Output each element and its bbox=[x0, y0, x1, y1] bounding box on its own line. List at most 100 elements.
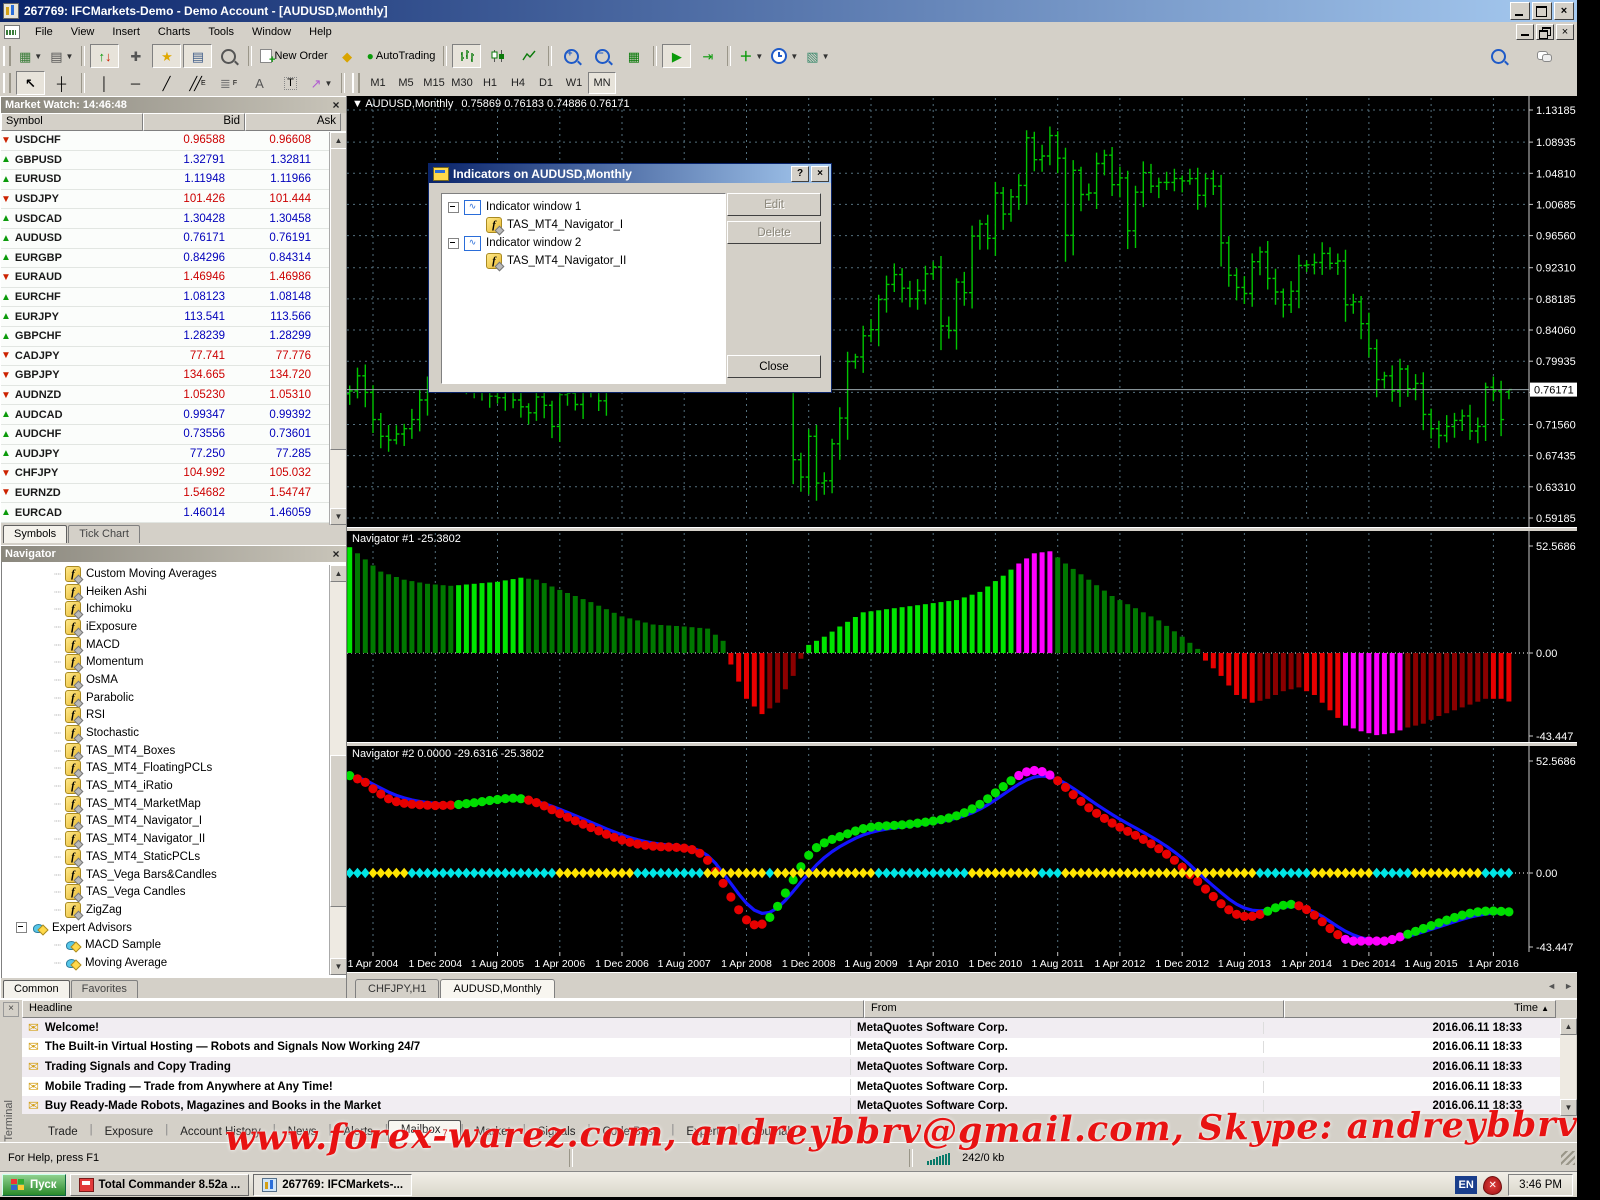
timeframe-m5[interactable]: M5 bbox=[392, 72, 420, 94]
close-dialog-button[interactable]: Close bbox=[727, 355, 821, 378]
terminal-row[interactable]: ✉Mobile Trading — Trade from Anywhere at… bbox=[22, 1077, 1560, 1097]
timeframe-d1[interactable]: D1 bbox=[532, 72, 560, 94]
profiles-button[interactable]: ▤▼ bbox=[47, 44, 76, 68]
navigator-item-iexposure[interactable]: ┈fiExposure bbox=[2, 618, 346, 636]
market-watch-close-icon[interactable]: × bbox=[329, 98, 343, 112]
language-indicator[interactable]: EN bbox=[1455, 1176, 1477, 1194]
child-close-button[interactable]: × bbox=[1556, 24, 1574, 40]
market-watch-row[interactable]: ▼CADJPY77.74177.776 bbox=[1, 347, 347, 367]
new-order-button[interactable]: +New Order bbox=[257, 44, 330, 68]
timeframe-mn[interactable]: MN bbox=[588, 72, 616, 94]
navigator-item-tas-mt4-boxes[interactable]: ┈fTAS_MT4_Boxes bbox=[2, 742, 346, 760]
navigator-toggle[interactable]: ★ bbox=[152, 44, 181, 68]
indicator2-svg[interactable]: 52.56860.00-43.447 bbox=[347, 746, 1577, 952]
chat-button[interactable] bbox=[1529, 44, 1558, 68]
horizontal-line-button[interactable]: ─ bbox=[121, 71, 150, 95]
menu-window[interactable]: Window bbox=[243, 23, 300, 41]
terminal-scrollbar[interactable]: ▲ ▼ bbox=[1560, 1018, 1576, 1116]
scroll-down-icon[interactable]: ▼ bbox=[330, 958, 347, 975]
column-from[interactable]: From bbox=[864, 1000, 1284, 1018]
navigator-item-momentum[interactable]: ┈fMomentum bbox=[2, 653, 346, 671]
security-shield-icon[interactable]: ✕ bbox=[1483, 1176, 1502, 1195]
market-watch-row[interactable]: ▲AUDUSD0.761710.76191 bbox=[1, 229, 347, 249]
timeframe-h4[interactable]: H4 bbox=[504, 72, 532, 94]
column-symbol[interactable]: Symbol bbox=[1, 113, 143, 131]
navigator-item-heiken-ashi[interactable]: ┈fHeiken Ashi bbox=[2, 583, 346, 601]
chart-tab-chfjpy-h1[interactable]: CHFJPY,H1 bbox=[355, 979, 439, 999]
new-chart-button[interactable]: ▦▼ bbox=[16, 44, 45, 68]
start-button[interactable]: Пуск bbox=[2, 1174, 66, 1196]
column-ask[interactable]: Ask bbox=[245, 113, 341, 131]
market-watch-row[interactable]: ▼EURAUD1.469461.46986 bbox=[1, 268, 347, 288]
menu-help[interactable]: Help bbox=[300, 23, 341, 41]
market-watch-row[interactable]: ▲EURJPY113.541113.566 bbox=[1, 307, 347, 327]
resize-grip[interactable] bbox=[1561, 1151, 1575, 1165]
menu-insert[interactable]: Insert bbox=[103, 23, 149, 41]
navigator-item-moving-average[interactable]: ┈Moving Average bbox=[2, 954, 346, 972]
column-headline[interactable]: Headline bbox=[22, 1000, 864, 1018]
tab-common[interactable]: Common bbox=[3, 980, 70, 998]
templates-button[interactable]: ▧▼ bbox=[803, 44, 832, 68]
tab-scroll-left-icon[interactable]: ◄ bbox=[1544, 979, 1559, 993]
terminal-tab-account-history[interactable]: Account History bbox=[168, 1123, 273, 1142]
menu-view[interactable]: View bbox=[62, 23, 104, 41]
terminal-row[interactable]: ✉Trading Signals and Copy TradingMetaQuo… bbox=[22, 1057, 1560, 1077]
text-label-button[interactable]: T bbox=[276, 71, 305, 95]
tree-item-navigator2[interactable]: f TAS_MT4_Navigator_II bbox=[448, 252, 725, 270]
tile-windows-button[interactable]: ▦ bbox=[619, 44, 648, 68]
terminal-tab-trade[interactable]: Trade bbox=[36, 1123, 90, 1142]
market-watch-row[interactable]: ▼CHFJPY104.992105.032 bbox=[1, 464, 347, 484]
market-watch-row[interactable]: ▼AUDNZD1.052301.05310 bbox=[1, 386, 347, 406]
market-watch-row[interactable]: ▼USDJPY101.426101.444 bbox=[1, 190, 347, 210]
column-time[interactable]: Time ▲ bbox=[1284, 1000, 1556, 1018]
chart-candles-button[interactable] bbox=[483, 44, 512, 68]
cursor-button[interactable]: ↖ bbox=[16, 71, 45, 95]
navigator-item-rsi[interactable]: ┈fRSI bbox=[2, 707, 346, 725]
chart-line-button[interactable] bbox=[514, 44, 543, 68]
market-watch-row[interactable]: ▲GBPCHF1.282391.28299 bbox=[1, 327, 347, 347]
tree-item-window2[interactable]: ∿ Indicator window 2 bbox=[448, 234, 725, 252]
terminal-tab-journal[interactable]: Journal bbox=[740, 1123, 802, 1142]
indicator1-svg[interactable]: 52.56860.00-43.447 bbox=[347, 531, 1577, 742]
navigator-item-tas-mt4-staticpcls[interactable]: ┈fTAS_MT4_StaticPCLs bbox=[2, 848, 346, 866]
autoscroll-toggle[interactable]: ▶ bbox=[662, 44, 691, 68]
indicators-button[interactable]: ＋▼ bbox=[736, 44, 766, 68]
chart-tab-audusd-monthly[interactable]: AUDUSD,Monthly bbox=[440, 979, 554, 999]
navigator-close-icon[interactable]: × bbox=[329, 547, 343, 561]
scroll-up-icon[interactable]: ▲ bbox=[1560, 1018, 1577, 1035]
chart-window-icon[interactable] bbox=[4, 25, 20, 39]
child-minimize-button[interactable] bbox=[1516, 24, 1534, 40]
navigator-item-tas-mt4-iratio[interactable]: ┈fTAS_MT4_iRatio bbox=[2, 777, 346, 795]
market-watch-row[interactable]: ▼EURNZD1.546821.54747 bbox=[1, 484, 347, 504]
strategy-tester-button[interactable] bbox=[214, 44, 243, 68]
dialog-close-button[interactable]: × bbox=[811, 166, 829, 182]
dialog-indicator-list[interactable]: ∿ Indicator window 1 f TAS_MT4_Navigator… bbox=[441, 193, 726, 384]
market-watch-toggle[interactable]: ↑↓ bbox=[90, 44, 119, 68]
terminal-tab-alerts[interactable]: Alerts bbox=[332, 1123, 385, 1142]
market-watch-row[interactable]: ▲EURCAD1.460141.46059 bbox=[1, 503, 347, 523]
navigator-item-tas-mt4-navigator-i[interactable]: ┈fTAS_MT4_Navigator_I bbox=[2, 813, 346, 831]
fibonacci-button[interactable]: ≣F bbox=[214, 71, 243, 95]
navigator-item-custom-moving-averages[interactable]: ┈fCustom Moving Averages bbox=[2, 565, 346, 583]
navigator-item-macd-sample[interactable]: ┈MACD Sample bbox=[2, 936, 346, 954]
scroll-thumb[interactable] bbox=[330, 148, 347, 450]
navigator-item-parabolic[interactable]: ┈fParabolic bbox=[2, 689, 346, 707]
collapse-box-icon[interactable] bbox=[448, 238, 459, 249]
delete-button[interactable]: Delete bbox=[727, 221, 821, 244]
search-button[interactable] bbox=[1484, 44, 1513, 68]
taskbar-app-metatrader[interactable]: 267769: IFCMarkets-... bbox=[253, 1174, 412, 1196]
navigator-item-osma[interactable]: ┈fOsMA bbox=[2, 671, 346, 689]
child-restore-button[interactable] bbox=[1536, 24, 1554, 40]
tab-symbols[interactable]: Symbols bbox=[3, 525, 67, 543]
timeframe-m15[interactable]: M15 bbox=[420, 72, 448, 94]
navigator-item-tas-mt4-floatingpcls[interactable]: ┈fTAS_MT4_FloatingPCLs bbox=[2, 760, 346, 778]
market-watch-scrollbar[interactable]: ▲ ▼ bbox=[329, 132, 346, 525]
timeframe-h1[interactable]: H1 bbox=[476, 72, 504, 94]
arrows-button[interactable]: ↗▼ bbox=[307, 71, 336, 95]
taskbar-app-totalcommander[interactable]: Total Commander 8.52a ... bbox=[70, 1174, 250, 1196]
tree-item-navigator1[interactable]: f TAS_MT4_Navigator_I bbox=[448, 216, 725, 234]
terminal-close-icon[interactable]: × bbox=[3, 1002, 19, 1017]
scroll-up-icon[interactable]: ▲ bbox=[330, 565, 347, 582]
collapse-box-icon[interactable] bbox=[448, 202, 459, 213]
dialog-titlebar[interactable]: Indicators on AUDUSD,Monthly ? × bbox=[429, 164, 831, 183]
